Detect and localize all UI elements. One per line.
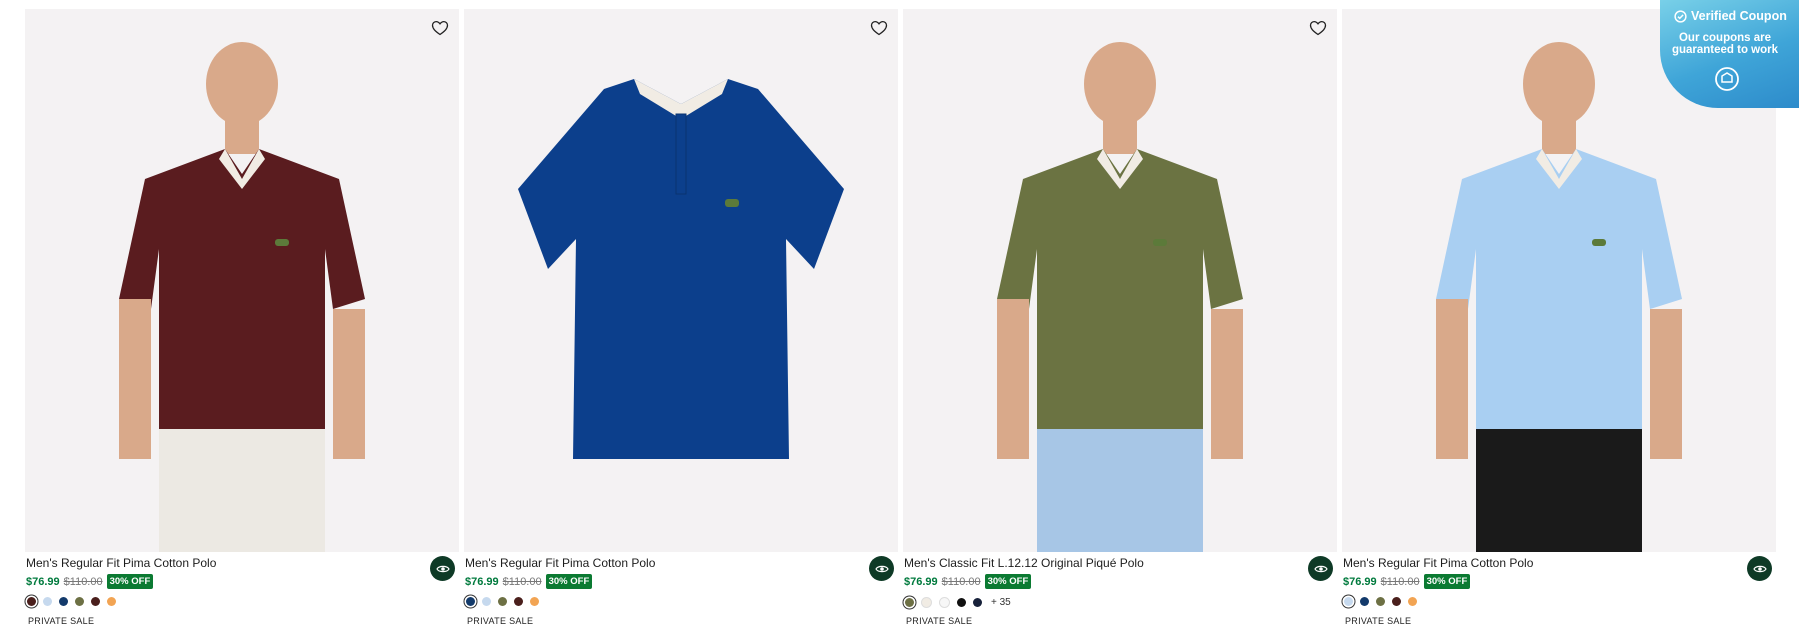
original-price: $110.00 (63, 575, 103, 588)
color-swatch[interactable] (514, 597, 523, 606)
wishlist-button[interactable] (427, 15, 453, 41)
heart-outline-icon (431, 20, 449, 36)
product-name[interactable]: Men's Classic Fit L.12.12 Original Piqué… (904, 556, 1144, 570)
product-image-container[interactable] (464, 9, 898, 552)
color-swatch[interactable] (482, 597, 491, 606)
color-swatch[interactable] (530, 597, 539, 606)
sale-price: $76.99 (1343, 575, 1377, 588)
color-swatches (1344, 597, 1417, 606)
coupon-title: Verified Coupon (1691, 9, 1787, 23)
product-info: Men's Classic Fit L.12.12 Original Piqué… (903, 552, 1337, 632)
private-sale-tag: PRIVATE SALE (906, 616, 973, 626)
quick-view-button[interactable] (430, 556, 455, 581)
color-swatch[interactable] (1408, 597, 1417, 606)
product-image[interactable] (903, 9, 1337, 552)
color-swatch[interactable] (27, 597, 36, 606)
wishlist-button[interactable] (866, 15, 892, 41)
price-row: $76.99 $110.00 30% OFF (904, 574, 1032, 589)
eye-icon (874, 565, 889, 572)
eye-icon (1752, 565, 1767, 572)
product-card[interactable]: Men's Regular Fit Pima Cotton Polo $76.99… (464, 9, 898, 632)
quick-view-button[interactable] (1747, 556, 1772, 581)
original-price: $110.00 (502, 575, 542, 588)
heart-outline-icon (1309, 20, 1327, 36)
product-name[interactable]: Men's Regular Fit Pima Cotton Polo (26, 556, 216, 570)
color-swatch[interactable] (1360, 597, 1369, 606)
sale-price: $76.99 (26, 575, 60, 588)
color-swatch[interactable] (59, 597, 68, 606)
wishlist-button[interactable] (1305, 15, 1331, 41)
original-price: $110.00 (1380, 575, 1420, 588)
private-sale-tag: PRIVATE SALE (467, 616, 534, 626)
discount-badge: 30% OFF (1423, 574, 1471, 589)
color-swatch[interactable] (43, 597, 52, 606)
product-name[interactable]: Men's Regular Fit Pima Cotton Polo (1343, 556, 1533, 570)
eye-icon (435, 565, 450, 572)
color-swatch[interactable] (75, 597, 84, 606)
color-swatch[interactable] (107, 597, 116, 606)
discount-badge: 30% OFF (545, 574, 593, 589)
color-swatch[interactable] (957, 598, 966, 607)
color-swatch[interactable] (905, 598, 914, 607)
price-row: $76.99 $110.00 30% OFF (26, 574, 154, 589)
product-grid: Men's Regular Fit Pima Cotton Polo $76.99… (25, 9, 1776, 632)
price-row: $76.99 $110.00 30% OFF (1343, 574, 1471, 589)
private-sale-tag: PRIVATE SALE (28, 616, 95, 626)
color-swatches (27, 597, 116, 606)
verified-coupon-widget[interactable]: Verified Coupon Our coupons are guarante… (1660, 0, 1799, 108)
product-image[interactable] (25, 9, 459, 552)
price-row: $76.99 $110.00 30% OFF (465, 574, 593, 589)
color-swatch[interactable] (466, 597, 475, 606)
color-swatch[interactable] (921, 597, 932, 608)
color-swatch[interactable] (1376, 597, 1385, 606)
coupon-title-row: Verified Coupon (1674, 9, 1787, 23)
product-image[interactable] (464, 9, 898, 552)
product-image-container[interactable] (903, 9, 1337, 552)
quick-view-button[interactable] (869, 556, 894, 581)
private-sale-tag: PRIVATE SALE (1345, 616, 1412, 626)
original-price: $110.00 (941, 575, 981, 588)
product-info: Men's Regular Fit Pima Cotton Polo $76.99… (1342, 552, 1776, 632)
color-swatch[interactable] (498, 597, 507, 606)
product-name[interactable]: Men's Regular Fit Pima Cotton Polo (465, 556, 655, 570)
color-swatch[interactable] (91, 597, 100, 606)
eye-icon (1313, 565, 1328, 572)
color-swatch[interactable] (1344, 597, 1353, 606)
check-circle-icon (1674, 9, 1687, 23)
quick-view-button[interactable] (1308, 556, 1333, 581)
product-info: Men's Regular Fit Pima Cotton Polo $76.99… (464, 552, 898, 632)
discount-badge: 30% OFF (106, 574, 154, 589)
chat-bubble-icon[interactable] (1714, 66, 1740, 92)
color-swatch[interactable] (939, 597, 950, 608)
sale-price: $76.99 (465, 575, 499, 588)
heart-outline-icon (870, 20, 888, 36)
product-image-container[interactable] (25, 9, 459, 552)
color-swatch[interactable] (1392, 597, 1401, 606)
coupon-subtitle: Our coupons are guaranteed to work (1671, 32, 1779, 56)
product-card[interactable]: Men's Regular Fit Pima Cotton Polo $76.99… (25, 9, 459, 632)
discount-badge: 30% OFF (984, 574, 1032, 589)
product-card[interactable]: Men's Classic Fit L.12.12 Original Piqué… (903, 9, 1337, 632)
color-swatches (466, 597, 539, 606)
more-colors-count[interactable]: + 35 (991, 597, 1011, 608)
color-swatches: + 35 (905, 597, 1011, 608)
product-info: Men's Regular Fit Pima Cotton Polo $76.99… (25, 552, 459, 632)
color-swatch[interactable] (973, 598, 982, 607)
sale-price: $76.99 (904, 575, 938, 588)
